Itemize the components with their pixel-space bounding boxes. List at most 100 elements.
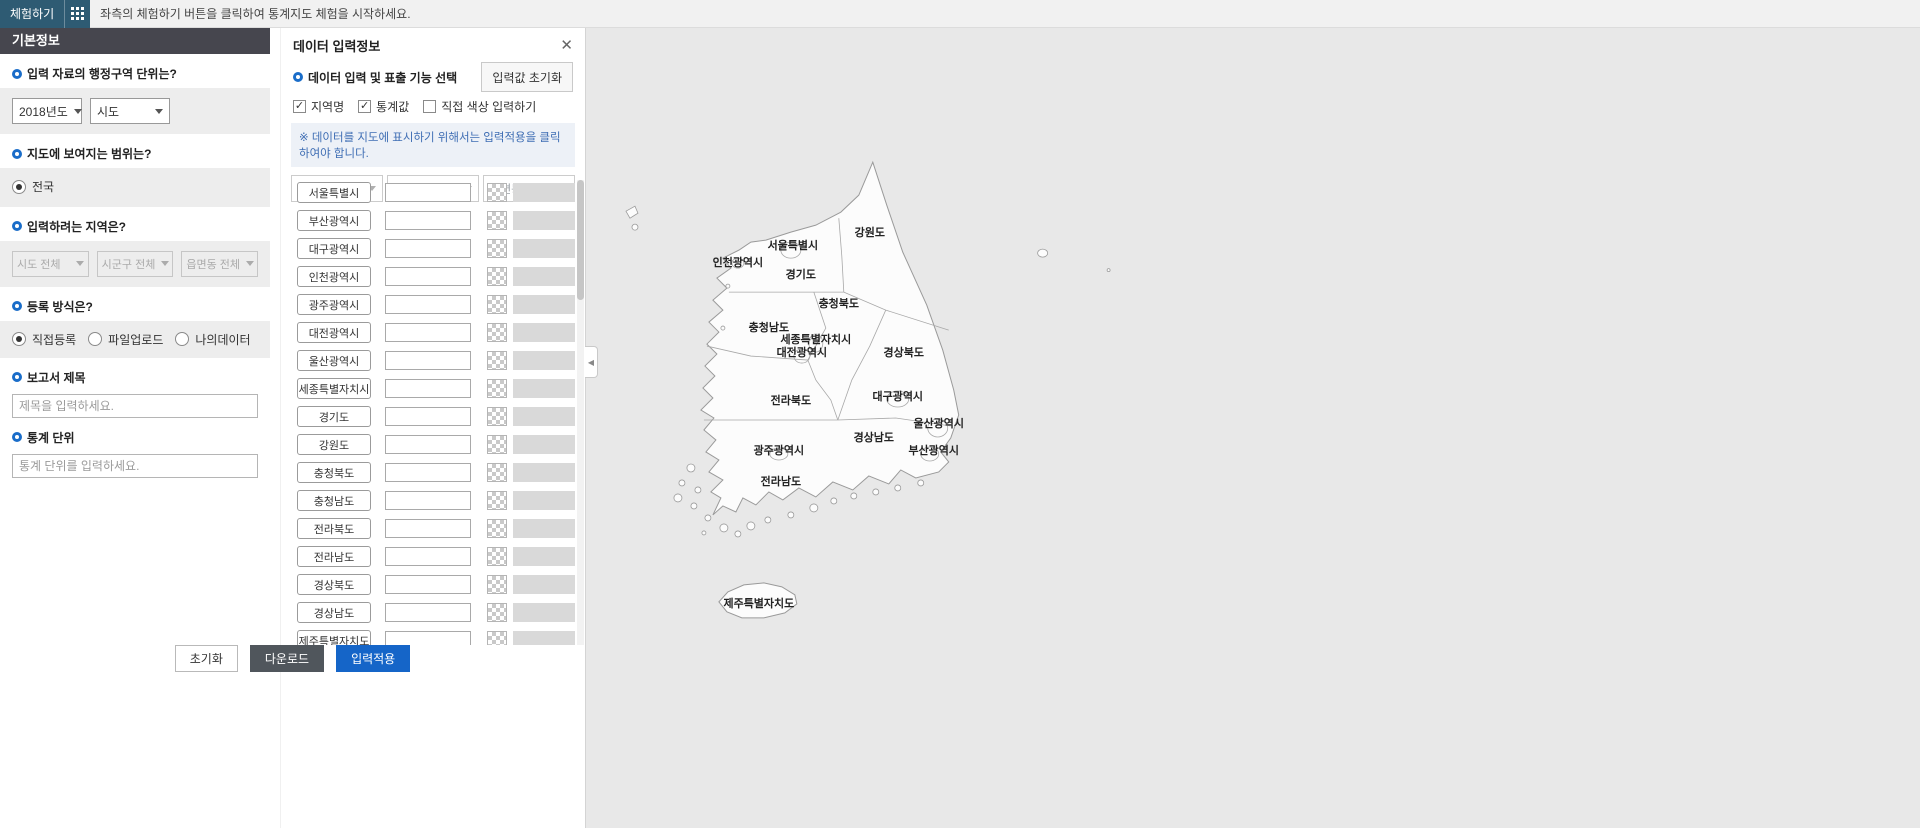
region-name-button[interactable]: 울산광역시: [297, 350, 371, 371]
region-list: 서울특별시부산광역시대구광역시인천광역시광주광역시대전광역시울산광역시세종특별자…: [281, 180, 575, 645]
region-name-button[interactable]: 경기도: [297, 406, 371, 427]
panel-collapse-handle[interactable]: ◀: [585, 346, 598, 378]
region-name-button[interactable]: 경상북도: [297, 574, 371, 595]
region-name-button[interactable]: 세종특별자치시: [297, 378, 371, 399]
region-row: 울산광역시: [281, 350, 575, 371]
region-color-swatch[interactable]: [487, 323, 507, 342]
region-row: 전라남도: [281, 546, 575, 567]
region-color-swatch[interactable]: [487, 211, 507, 230]
island: [625, 205, 639, 219]
grid-menu-button[interactable]: [64, 0, 90, 28]
map-label: 강원도: [855, 225, 885, 239]
admin-unit-band: 2018년도 시도: [0, 88, 270, 134]
nationwide-radio[interactable]: 전국: [12, 178, 54, 195]
report-title-input[interactable]: [12, 393, 258, 418]
region-value-input[interactable]: [385, 351, 471, 370]
region-color-swatch[interactable]: [487, 603, 507, 622]
map-area[interactable]: 강원도 서울특별시 인천광역시 경기도 충청북도 충청남도 세종특별자치시 대전광역시 경상북도…: [585, 28, 1920, 828]
region-name-button[interactable]: 충청북도: [297, 462, 371, 483]
island: [850, 492, 858, 500]
region-color-swatch[interactable]: [487, 491, 507, 510]
region-color-swatch[interactable]: [487, 547, 507, 566]
function-select-title: 데이터 입력 및 표출 기능 선택: [293, 69, 457, 86]
chevron-down-icon: [75, 261, 84, 266]
region-color-swatch[interactable]: [487, 295, 507, 314]
register-method-radio[interactable]: 나의데이터: [175, 331, 251, 348]
display-option-checkbox[interactable]: ✓ 통계값: [358, 98, 409, 115]
map-label: 충청북도: [819, 296, 859, 310]
register-method-radio[interactable]: 파일업로드: [88, 331, 163, 348]
region-name-button[interactable]: 대전광역시: [297, 322, 371, 343]
year-select[interactable]: 2018년도: [12, 98, 82, 124]
region-color-swatch[interactable]: [487, 407, 507, 426]
region-value-input[interactable]: [385, 183, 471, 202]
region-name-button[interactable]: 광주광역시: [297, 294, 371, 315]
region-secondary-box: [513, 211, 575, 230]
region-value-input[interactable]: [385, 435, 471, 454]
region-value-input[interactable]: [385, 575, 471, 594]
region-color-swatch[interactable]: [487, 575, 507, 594]
footer-buttons: 초기화 다운로드 입력적용: [0, 645, 585, 672]
apply-button[interactable]: 입력적용: [336, 645, 411, 672]
region-color-swatch[interactable]: [487, 435, 507, 454]
region-row: 경상북도: [281, 574, 575, 595]
reset-values-button[interactable]: 입력값 초기화: [481, 62, 573, 92]
bullet-icon: [12, 372, 22, 382]
region-secondary-box: [513, 379, 575, 398]
region-name-button[interactable]: 제주특별자치도: [297, 630, 371, 645]
region-value-input[interactable]: [385, 519, 471, 538]
region-color-swatch[interactable]: [487, 631, 507, 645]
reset-button[interactable]: 초기화: [174, 645, 238, 672]
region-secondary-box: [513, 183, 575, 202]
region-color-swatch[interactable]: [487, 379, 507, 398]
region-name-button[interactable]: 부산광역시: [297, 210, 371, 231]
region-value-input[interactable]: [385, 323, 471, 342]
region-value-input[interactable]: [385, 407, 471, 426]
region-value-input[interactable]: [385, 463, 471, 482]
region-value-input[interactable]: [385, 547, 471, 566]
region-color-swatch[interactable]: [487, 519, 507, 538]
checkbox-label: 지역명: [311, 100, 345, 114]
region-value-input[interactable]: [385, 491, 471, 510]
region-name-button[interactable]: 경상남도: [297, 602, 371, 623]
scrollbar-thumb[interactable]: [577, 180, 584, 300]
download-button[interactable]: 다운로드: [249, 645, 325, 672]
region-value-input[interactable]: [385, 379, 471, 398]
display-option-checkbox[interactable]: 직접 색상 입력하기: [423, 98, 536, 115]
region-list-scrollbar[interactable]: [577, 180, 584, 645]
bullet-icon: [12, 148, 22, 159]
register-method-radio[interactable]: 직접등록: [12, 331, 76, 348]
region-secondary-box: [513, 463, 575, 482]
region-color-swatch[interactable]: [487, 183, 507, 202]
region-name-button[interactable]: 서울특별시: [297, 182, 371, 203]
region-name-button[interactable]: 강원도: [297, 434, 371, 455]
region-name-button[interactable]: 전라북도: [297, 518, 371, 539]
radio-circle-icon: [88, 332, 103, 346]
region-color-swatch[interactable]: [487, 351, 507, 370]
region-value-input[interactable]: [385, 603, 471, 622]
admin-level-select[interactable]: 시도: [90, 98, 170, 124]
notice-bar: ※ 데이터를 지도에 표시하기 위해서는 입력적용을 클릭하여야 합니다.: [291, 123, 575, 167]
region-color-swatch[interactable]: [487, 463, 507, 482]
display-option-checkbox[interactable]: ✓ 지역명: [293, 98, 344, 115]
region-value-input[interactable]: [385, 267, 471, 286]
region-name-button[interactable]: 전라남도: [297, 546, 371, 567]
region-value-input[interactable]: [385, 211, 471, 230]
region-name-button[interactable]: 인천광역시: [297, 266, 371, 287]
region-name-button[interactable]: 대구광역시: [297, 238, 371, 259]
try-button[interactable]: 체험하기: [0, 0, 91, 28]
region-color-swatch[interactable]: [487, 267, 507, 286]
region-value-input[interactable]: [385, 239, 471, 258]
region-color-swatch[interactable]: [487, 239, 507, 258]
stat-unit-input[interactable]: [12, 453, 258, 478]
region-value-input[interactable]: [385, 631, 471, 645]
region-value-input[interactable]: [385, 295, 471, 314]
region-name-button[interactable]: 충청남도: [297, 490, 371, 511]
region-row: 서울특별시: [281, 182, 575, 203]
bullet-icon: [12, 68, 22, 79]
bullet-icon: [293, 72, 303, 82]
dropdown-select: 시도 전체: [12, 250, 89, 277]
island: [690, 502, 698, 510]
region-secondary-box: [513, 267, 575, 286]
close-icon[interactable]: ✕: [560, 38, 573, 53]
